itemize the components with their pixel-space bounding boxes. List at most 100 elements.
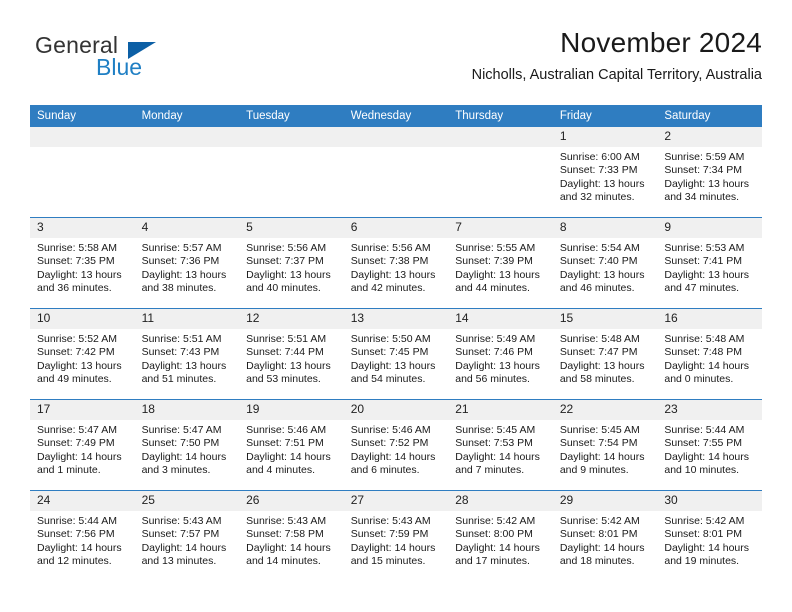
calendar-day-cell[interactable]: 2 Sunrise: 5:59 AM Sunset: 7:34 PM Daylight… — [657, 127, 762, 218]
sunset-text: Sunset: 7:41 PM — [664, 255, 743, 268]
day-details: Sunrise: 5:57 AM Sunset: 7:36 PM Daylight:… — [135, 238, 240, 296]
sunset-text: Sunset: 7:39 PM — [455, 255, 533, 268]
calendar-week-row: 24 Sunrise: 5:44 AM Sunset: 7:56 PM Dayligh… — [30, 490, 762, 581]
weekday-header-saturday: Saturday — [657, 105, 762, 127]
calendar-day-cell[interactable]: 20 Sunrise: 5:46 AM Sunset: 7:52 PM Dayligh… — [343, 399, 449, 491]
daylight-text: Daylight: 14 hours and 0 minutes. — [664, 359, 750, 386]
day-number: 21 — [448, 400, 553, 420]
calendar-day-cell[interactable]: 13 Sunrise: 5:50 AM Sunset: 7:45 PM Dayligh… — [343, 308, 449, 400]
day-details: Sunrise: 6:00 AM Sunset: 7:33 PM Daylight:… — [553, 147, 658, 205]
daylight-text: Daylight: 14 hours and 15 minutes. — [350, 541, 436, 568]
day-number: 6 — [343, 218, 449, 238]
sunrise-text: Sunrise: 5:42 AM — [559, 515, 640, 527]
day-number: 28 — [448, 491, 553, 511]
calendar-day-cell[interactable]: 15 Sunrise: 5:48 AM Sunset: 7:47 PM Dayligh… — [552, 308, 658, 400]
calendar-page: General Blue November 2024 Nicholls, Aus… — [0, 0, 792, 612]
sunrise-text: Sunrise: 5:42 AM — [664, 515, 745, 527]
sunrise-sunset-calendar: Sunday Monday Tuesday Wednesday Thursday… — [30, 105, 762, 581]
daylight-text: Daylight: 13 hours and 42 minutes. — [350, 268, 436, 295]
day-number: 9 — [657, 218, 762, 238]
calendar-day-cell[interactable]: 10 Sunrise: 5:52 AM Sunset: 7:42 PM Dayligh… — [30, 308, 135, 400]
day-number: 18 — [134, 400, 240, 420]
sunset-text: Sunset: 7:46 PM — [455, 346, 533, 359]
daylight-text: Daylight: 13 hours and 46 minutes. — [559, 268, 645, 295]
calendar-day-cell[interactable]: 3 Sunrise: 5:58 AM Sunset: 7:35 PM Daylight… — [30, 217, 135, 309]
calendar-day-cell[interactable]: 26 Sunrise: 5:43 AM Sunset: 7:58 PM Dayligh… — [239, 490, 344, 581]
sunset-text: Sunset: 8:00 PM — [455, 528, 533, 541]
location-subtitle: Nicholls, Australian Capital Territory, … — [471, 67, 762, 83]
calendar-day-cell[interactable]: 24 Sunrise: 5:44 AM Sunset: 7:56 PM Dayligh… — [30, 490, 135, 581]
calendar-day-cell[interactable]: 21 Sunrise: 5:45 AM Sunset: 7:53 PM Dayligh… — [448, 399, 553, 491]
calendar-day-cell-empty — [134, 127, 240, 218]
sunrise-text: Sunrise: 5:43 AM — [350, 515, 431, 527]
calendar-day-cell[interactable]: 9 Sunrise: 5:53 AM Sunset: 7:41 PM Daylight… — [657, 217, 762, 309]
calendar-day-cell[interactable]: 23 Sunrise: 5:44 AM Sunset: 7:55 PM Dayligh… — [657, 399, 762, 491]
daylight-text: Daylight: 13 hours and 53 minutes. — [246, 359, 331, 386]
calendar-day-cell[interactable]: 19 Sunrise: 5:46 AM Sunset: 7:51 PM Dayligh… — [239, 399, 344, 491]
weekday-header-tuesday: Tuesday — [239, 105, 344, 127]
daylight-text: Daylight: 13 hours and 47 minutes. — [664, 268, 750, 295]
sunrise-text: Sunrise: 5:51 AM — [246, 333, 327, 345]
sunrise-text: Sunrise: 5:53 AM — [664, 242, 745, 254]
sunrise-text: Sunrise: 5:44 AM — [664, 424, 745, 436]
sunset-text: Sunset: 7:55 PM — [664, 437, 743, 450]
day-number: 8 — [552, 218, 658, 238]
sunrise-text: Sunrise: 5:46 AM — [246, 424, 327, 436]
daylight-text: Daylight: 13 hours and 51 minutes. — [141, 359, 227, 386]
calendar-day-cell[interactable]: 25 Sunrise: 5:43 AM Sunset: 7:57 PM Dayligh… — [134, 490, 240, 581]
day-details: Sunrise: 5:47 AM Sunset: 7:49 PM Daylight:… — [30, 420, 135, 478]
calendar-day-cell[interactable]: 14 Sunrise: 5:49 AM Sunset: 7:46 PM Dayligh… — [448, 308, 553, 400]
sunset-text: Sunset: 7:54 PM — [559, 437, 638, 450]
day-number: 5 — [239, 218, 344, 238]
day-number — [239, 127, 344, 147]
calendar-day-cell[interactable]: 1 Sunrise: 6:00 AM Sunset: 7:33 PM Daylight… — [552, 127, 658, 218]
daylight-text: Daylight: 14 hours and 17 minutes. — [455, 541, 540, 568]
calendar-day-cell[interactable]: 5 Sunrise: 5:56 AM Sunset: 7:37 PM Daylight… — [239, 217, 344, 309]
calendar-day-cell[interactable]: 4 Sunrise: 5:57 AM Sunset: 7:36 PM Daylight… — [134, 217, 240, 309]
calendar-day-cell[interactable]: 17 Sunrise: 5:47 AM Sunset: 7:49 PM Dayligh… — [30, 399, 135, 491]
sunset-text: Sunset: 7:43 PM — [141, 346, 220, 359]
calendar-day-cell[interactable]: 30 Sunrise: 5:42 AM Sunset: 8:01 PM Dayligh… — [657, 490, 762, 581]
calendar-week-row: 17 Sunrise: 5:47 AM Sunset: 7:49 PM Dayligh… — [30, 399, 762, 491]
calendar-day-cell[interactable]: 7 Sunrise: 5:55 AM Sunset: 7:39 PM Daylight… — [448, 217, 553, 309]
sunset-text: Sunset: 7:33 PM — [559, 164, 638, 177]
day-details: Sunrise: 5:53 AM Sunset: 7:41 PM Daylight:… — [657, 238, 762, 296]
day-number: 23 — [657, 400, 762, 420]
day-details: Sunrise: 5:43 AM Sunset: 7:57 PM Daylight:… — [135, 511, 240, 569]
sunset-text: Sunset: 7:58 PM — [246, 528, 324, 541]
calendar-day-cell[interactable]: 29 Sunrise: 5:42 AM Sunset: 8:01 PM Dayligh… — [552, 490, 658, 581]
sunrise-text: Sunrise: 5:44 AM — [37, 515, 117, 527]
daylight-text: Daylight: 14 hours and 1 minute. — [37, 450, 122, 477]
day-details: Sunrise: 5:48 AM Sunset: 7:48 PM Daylight:… — [657, 329, 762, 387]
calendar-day-cell[interactable]: 12 Sunrise: 5:51 AM Sunset: 7:44 PM Dayligh… — [239, 308, 344, 400]
sunset-text: Sunset: 7:53 PM — [455, 437, 533, 450]
daylight-text: Daylight: 13 hours and 32 minutes. — [559, 177, 645, 204]
weekday-header-thursday: Thursday — [448, 105, 553, 127]
day-number: 12 — [239, 309, 344, 329]
calendar-day-cell[interactable]: 18 Sunrise: 5:47 AM Sunset: 7:50 PM Dayligh… — [134, 399, 240, 491]
calendar-day-cell[interactable]: 28 Sunrise: 5:42 AM Sunset: 8:00 PM Dayligh… — [448, 490, 553, 581]
weekday-header-sunday: Sunday — [30, 105, 135, 127]
general-blue-logo[interactable]: General Blue — [35, 32, 165, 86]
calendar-day-cell-empty — [30, 127, 135, 218]
daylight-text: Daylight: 13 hours and 34 minutes. — [664, 177, 750, 204]
calendar-day-cell[interactable]: 16 Sunrise: 5:48 AM Sunset: 7:48 PM Dayligh… — [657, 308, 762, 400]
day-details: Sunrise: 5:55 AM Sunset: 7:39 PM Daylight:… — [448, 238, 553, 296]
calendar-day-cell[interactable]: 6 Sunrise: 5:56 AM Sunset: 7:38 PM Daylight… — [343, 217, 449, 309]
day-details: Sunrise: 5:42 AM Sunset: 8:00 PM Daylight:… — [448, 511, 553, 569]
sunrise-text: Sunrise: 5:48 AM — [664, 333, 745, 345]
day-number: 4 — [134, 218, 240, 238]
daylight-text: Daylight: 13 hours and 36 minutes. — [37, 268, 122, 295]
day-details: Sunrise: 5:46 AM Sunset: 7:51 PM Daylight:… — [239, 420, 344, 478]
calendar-day-cell[interactable]: 11 Sunrise: 5:51 AM Sunset: 7:43 PM Dayligh… — [134, 308, 240, 400]
sunset-text: Sunset: 7:44 PM — [246, 346, 324, 359]
calendar-day-cell[interactable]: 27 Sunrise: 5:43 AM Sunset: 7:59 PM Dayligh… — [343, 490, 449, 581]
sunset-text: Sunset: 7:34 PM — [664, 164, 743, 177]
calendar-day-cell-empty — [343, 127, 449, 218]
daylight-text: Daylight: 13 hours and 38 minutes. — [141, 268, 227, 295]
calendar-day-cell[interactable]: 22 Sunrise: 5:45 AM Sunset: 7:54 PM Dayligh… — [552, 399, 658, 491]
day-number: 3 — [30, 218, 135, 238]
day-number: 30 — [657, 491, 762, 511]
sunrise-text: Sunrise: 5:52 AM — [37, 333, 117, 345]
calendar-day-cell[interactable]: 8 Sunrise: 5:54 AM Sunset: 7:40 PM Daylight… — [552, 217, 658, 309]
